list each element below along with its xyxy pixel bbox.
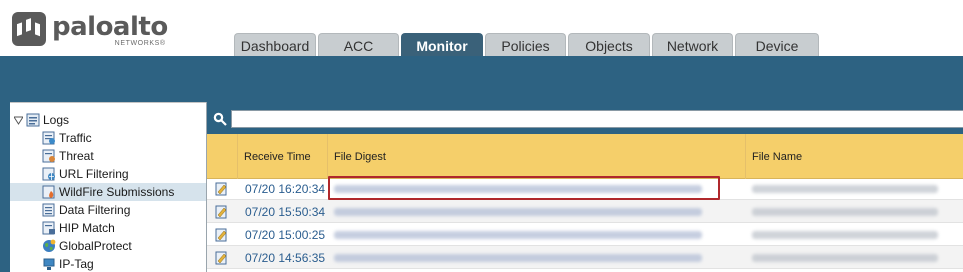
data-filtering-icon (42, 203, 55, 217)
detail-view-icon[interactable] (215, 200, 235, 223)
table-row[interactable]: 07/20 15:50:34 (207, 200, 963, 223)
nav-item-threat[interactable]: Threat (42, 147, 94, 165)
magnifier-icon (213, 112, 227, 126)
tab-acc[interactable]: ACC (318, 33, 399, 57)
table-row[interactable]: 07/20 14:56:35 (207, 246, 963, 269)
nav-item-label: Traffic (59, 131, 92, 145)
tab-policies[interactable]: Policies (485, 33, 566, 57)
nav-item-label: Data Filtering (59, 203, 131, 217)
search-icon[interactable] (209, 110, 231, 128)
tab-monitor[interactable]: Monitor (401, 33, 483, 57)
wildfire-icon (42, 185, 55, 199)
column-header-file-name[interactable]: File Name (746, 134, 963, 179)
receive-time-cell: 07/20 14:56:35 (245, 250, 326, 265)
file-name-cell-redacted (752, 200, 963, 223)
nav-item-label: Threat (59, 149, 94, 163)
main-tabs: Dashboard ACC Monitor Policies Objects N… (234, 33, 821, 57)
nav-item-label: URL Filtering (59, 167, 129, 181)
tab-network[interactable]: Network (652, 33, 733, 57)
tab-dashboard[interactable]: Dashboard (234, 33, 316, 57)
nav-item-url-filtering[interactable]: URL Filtering (42, 165, 129, 183)
detail-column-header (207, 134, 238, 179)
file-name-cell-redacted (752, 177, 963, 200)
nav-item-label: IP-Tag (59, 257, 94, 271)
log-detail-icon (215, 205, 227, 218)
nav-root-logs[interactable]: Logs (14, 111, 69, 129)
tab-objects[interactable]: Objects (568, 33, 650, 57)
hip-match-icon (42, 221, 55, 235)
nav-item-globalprotect[interactable]: GlobalProtect (42, 237, 132, 255)
receive-time-cell: 07/20 15:50:34 (245, 204, 326, 219)
threat-log-icon (42, 149, 55, 163)
brand-subtitle: NETWORKS® (114, 40, 166, 47)
tab-device[interactable]: Device (735, 33, 819, 57)
nav-item-wildfire-submissions[interactable]: WildFire Submissions (10, 183, 206, 201)
expand-triangle-icon[interactable] (14, 116, 23, 125)
nav-item-data-filtering[interactable]: Data Filtering (42, 201, 130, 219)
app-header: paloalto NETWORKS® Dashboard ACC Monitor… (0, 0, 963, 57)
file-digest-highlight-box (328, 176, 720, 200)
title-band (0, 56, 963, 102)
log-detail-icon (215, 182, 227, 195)
table-header: Receive Time File Digest File Name (207, 134, 963, 179)
detail-view-icon[interactable] (215, 246, 235, 269)
log-detail-icon (215, 228, 227, 241)
file-name-cell-redacted (752, 246, 963, 269)
table-row[interactable]: 07/20 15:00:25 (207, 223, 963, 246)
logs-icon (26, 113, 40, 127)
nav-item-label: GlobalProtect (59, 239, 132, 253)
receive-time-cell: 07/20 16:20:34 (245, 181, 326, 196)
column-header-receive-time[interactable]: Receive Time (238, 134, 328, 179)
log-filter-input[interactable] (231, 110, 963, 128)
nav-item-hip-match[interactable]: HIP Match (42, 219, 115, 237)
log-content-panel: Receive Time File Digest File Name 07/20… (206, 102, 963, 272)
brand-name: paloalto (52, 12, 168, 42)
logs-nav-tree: Logs Traffic Threat URL Filtering WildFi… (10, 102, 206, 272)
paloalto-logo: paloalto NETWORKS® (12, 12, 168, 47)
file-digest-cell-redacted (334, 200, 744, 223)
traffic-log-icon (42, 131, 55, 145)
nav-item-label: HIP Match (59, 221, 115, 235)
url-filtering-icon (42, 167, 55, 181)
nav-root-label: Logs (43, 113, 70, 127)
filter-bar (207, 102, 963, 134)
nav-item-traffic[interactable]: Traffic (42, 129, 92, 147)
ip-tag-icon (43, 258, 55, 270)
receive-time-cell: 07/20 15:00:25 (245, 227, 326, 242)
file-digest-cell-redacted (334, 223, 744, 246)
file-name-cell-redacted (752, 223, 963, 246)
detail-view-icon[interactable] (215, 223, 235, 246)
detail-view-icon[interactable] (215, 177, 235, 200)
paloalto-logo-mark (12, 12, 46, 46)
file-digest-cell-redacted (334, 246, 744, 269)
nav-item-label: WildFire Submissions (59, 185, 175, 199)
nav-item-ip-tag[interactable]: IP-Tag (42, 255, 94, 272)
log-detail-icon (215, 251, 227, 264)
globalprotect-icon (43, 239, 56, 252)
column-header-file-digest[interactable]: File Digest (328, 134, 746, 179)
